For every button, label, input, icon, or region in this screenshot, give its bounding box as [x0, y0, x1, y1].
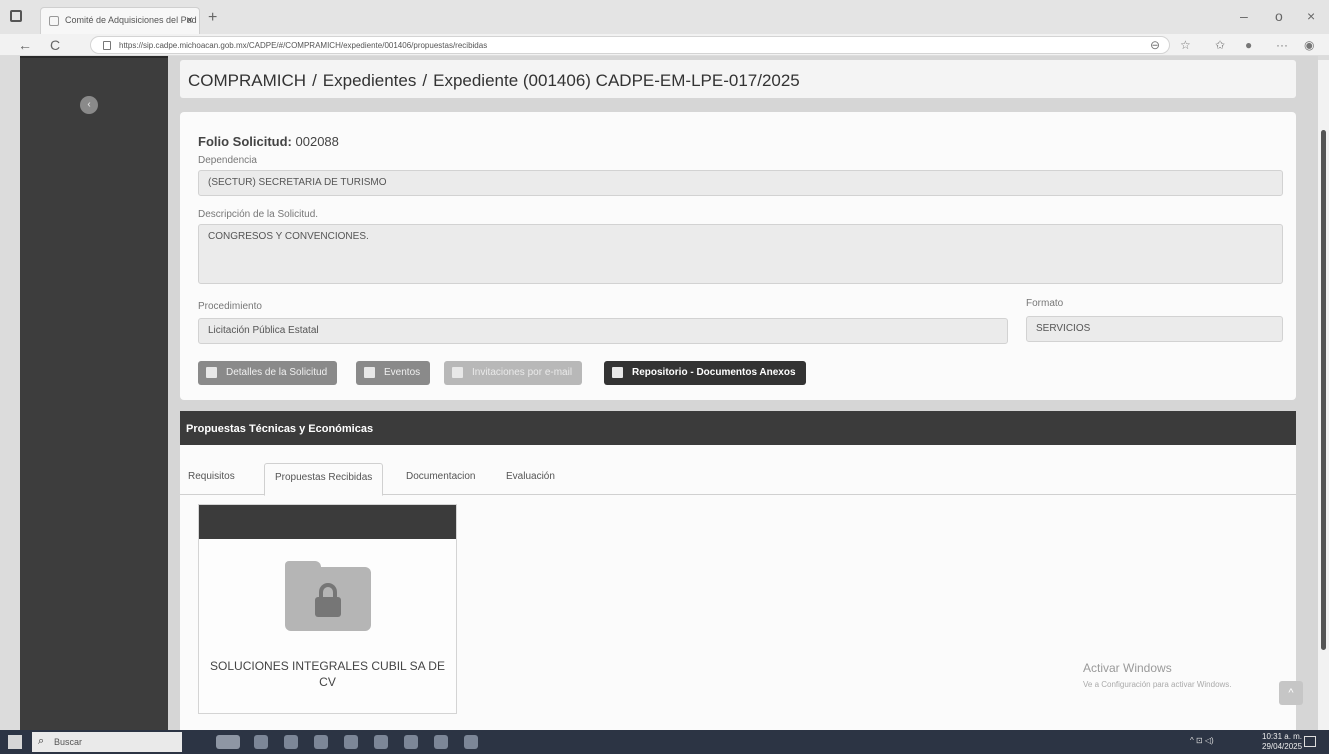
url-text: https://sip.cadpe.michoacan.gob.mx/CADPE…: [119, 41, 488, 50]
widgets-icon[interactable]: [216, 735, 240, 749]
breadcrumb-item-compramich[interactable]: COMPRAMICH: [188, 71, 306, 90]
detalles-label: Detalles de la Solicitud: [226, 367, 328, 378]
teams-icon[interactable]: [464, 735, 478, 749]
formato-label: Formato: [1026, 298, 1064, 309]
explorer-icon[interactable]: [284, 735, 298, 749]
task-view-icon[interactable]: [254, 735, 268, 749]
procedimiento-field: Licitación Pública Estatal: [198, 318, 1008, 344]
browser-tab[interactable]: Comité de Adquisiciones del Pod ×: [40, 7, 200, 34]
address-bar-row: ← C https://sip.cadpe.michoacan.gob.mx/C…: [0, 34, 1329, 56]
edge-icon[interactable]: [314, 735, 328, 749]
dependencia-field: (SECTUR) SECRETARIA DE TURISMO: [198, 170, 1283, 196]
search-icon: ⌕: [38, 735, 45, 747]
print-icon: [452, 367, 463, 378]
profile-icon[interactable]: ●: [1245, 38, 1252, 52]
breadcrumb-separator: /: [422, 71, 428, 90]
taskbar-clock[interactable]: 10:31 a. m. 29/04/2025: [1262, 732, 1302, 752]
propuesta-card-header: [199, 505, 456, 539]
activate-windows-subtitle: Ve a Configuración para activar Windows.: [1083, 680, 1232, 689]
repositorio-label: Repositorio - Documentos Anexos: [632, 367, 796, 378]
tab-requisitos[interactable]: Requisitos: [188, 471, 235, 482]
breadcrumb-separator: /: [312, 71, 317, 90]
locked-folder-icon: [285, 561, 371, 631]
dependencia-label: Dependencia: [198, 155, 257, 166]
tab-evaluacion[interactable]: Evaluación: [506, 471, 555, 482]
reader-icon[interactable]: ⊖: [1150, 38, 1160, 52]
scrollbar-thumb[interactable]: [1321, 130, 1326, 650]
propuesta-company-name: SOLUCIONES INTEGRALES CUBIL SA DE CV: [210, 659, 445, 689]
chrome-icon[interactable]: [344, 735, 358, 749]
windows-start-icon[interactable]: [8, 735, 22, 749]
tab-actions-icon[interactable]: [10, 10, 22, 22]
descripcion-field: CONGRESOS Y CONVENCIONES.: [198, 224, 1283, 284]
clock-time: 10:31 a. m.: [1262, 732, 1303, 741]
favorite-star-icon[interactable]: ☆: [1180, 38, 1191, 52]
breadcrumb-bar: COMPRAMICH / Expedientes / Expediente (00140…: [180, 60, 1296, 98]
reload-button[interactable]: C: [50, 37, 60, 53]
activate-windows-title: Activar Windows: [1083, 661, 1172, 675]
browser-titlebar: Comité de Adquisiciones del Pod × + – o …: [0, 0, 1329, 34]
tab-propuestas-recibidas[interactable]: Propuestas Recibidas: [264, 463, 384, 496]
more-menu-button[interactable]: ···: [1276, 38, 1288, 52]
solicitud-card: Folio Solicitud: 002088 Dependencia (SEC…: [180, 112, 1296, 400]
detalles-solicitud-button[interactable]: Detalles de la Solicitud: [198, 361, 338, 385]
sidebar-collapse-button[interactable]: ‹: [80, 96, 98, 114]
notifications-icon[interactable]: [1304, 736, 1316, 747]
address-bar[interactable]: https://sip.cadpe.michoacan.gob.mx/CADPE…: [90, 36, 1170, 54]
mail-icon[interactable]: [404, 735, 418, 749]
favorites-icon[interactable]: ✩: [1215, 38, 1225, 52]
propuesta-card[interactable]: SOLUCIONES INTEGRALES CUBIL SA DE CV: [198, 504, 457, 714]
copilot-icon[interactable]: ◉: [1304, 38, 1314, 52]
maximize-button[interactable]: o: [1275, 8, 1283, 24]
procedimiento-label: Procedimiento: [198, 301, 262, 312]
tab-title: Comité de Adquisiciones del Pod: [65, 15, 197, 25]
eventos-label: Eventos: [384, 367, 421, 378]
folio-label: Folio Solicitud:: [198, 134, 292, 149]
descripcion-label: Descripción de la Solicitud.: [198, 209, 319, 220]
minimize-button[interactable]: –: [1240, 8, 1248, 24]
file-icon: [206, 367, 217, 378]
scroll-top-button[interactable]: ^: [1279, 681, 1303, 705]
page-scrollbar[interactable]: [1318, 60, 1329, 730]
windows-taskbar: ⌕ Buscar ^ ⊡ ◁) 10:31 a. m. 29/04/2025: [0, 730, 1329, 754]
back-button[interactable]: ←: [18, 37, 32, 53]
search-placeholder: Buscar: [54, 737, 83, 747]
taskbar-search[interactable]: ⌕ Buscar: [32, 732, 182, 752]
tab-documentacion[interactable]: Documentacion: [406, 471, 475, 482]
archive-icon: [612, 367, 623, 378]
new-tab-button[interactable]: +: [208, 9, 217, 27]
app-icon[interactable]: [374, 735, 388, 749]
sidebar: ‹: [20, 56, 168, 730]
lock-icon: [103, 41, 111, 50]
system-tray[interactable]: ^ ⊡ ◁): [1190, 736, 1214, 745]
favicon-icon: [49, 16, 59, 26]
breadcrumb: COMPRAMICH / Expedientes / Expediente (00140…: [188, 71, 800, 91]
repositorio-button[interactable]: Repositorio - Documentos Anexos: [604, 361, 806, 385]
store-icon[interactable]: [434, 735, 448, 749]
close-window-button[interactable]: ×: [1307, 8, 1315, 24]
invitaciones-button[interactable]: Invitaciones por e-mail: [444, 361, 583, 385]
folio-solicitud: Folio Solicitud: 002088: [198, 134, 339, 149]
folio-value: 002088: [295, 134, 339, 149]
tab-close-icon[interactable]: ×: [186, 13, 193, 27]
calendar-icon: [364, 367, 375, 378]
clock-date: 29/04/2025: [1262, 742, 1303, 751]
invitaciones-label: Invitaciones por e-mail: [472, 367, 573, 378]
breadcrumb-item-expediente: Expediente (001406) CADPE-EM-LPE-017/202…: [433, 71, 800, 90]
propuestas-header: Propuestas Técnicas y Económicas: [180, 411, 1296, 445]
eventos-button[interactable]: Eventos: [356, 361, 431, 385]
formato-field: SERVICIOS: [1026, 316, 1283, 342]
breadcrumb-item-expedientes[interactable]: Expedientes: [323, 71, 417, 90]
propuestas-tabs: Requisitos Propuestas Recibidas Document…: [180, 463, 1296, 496]
